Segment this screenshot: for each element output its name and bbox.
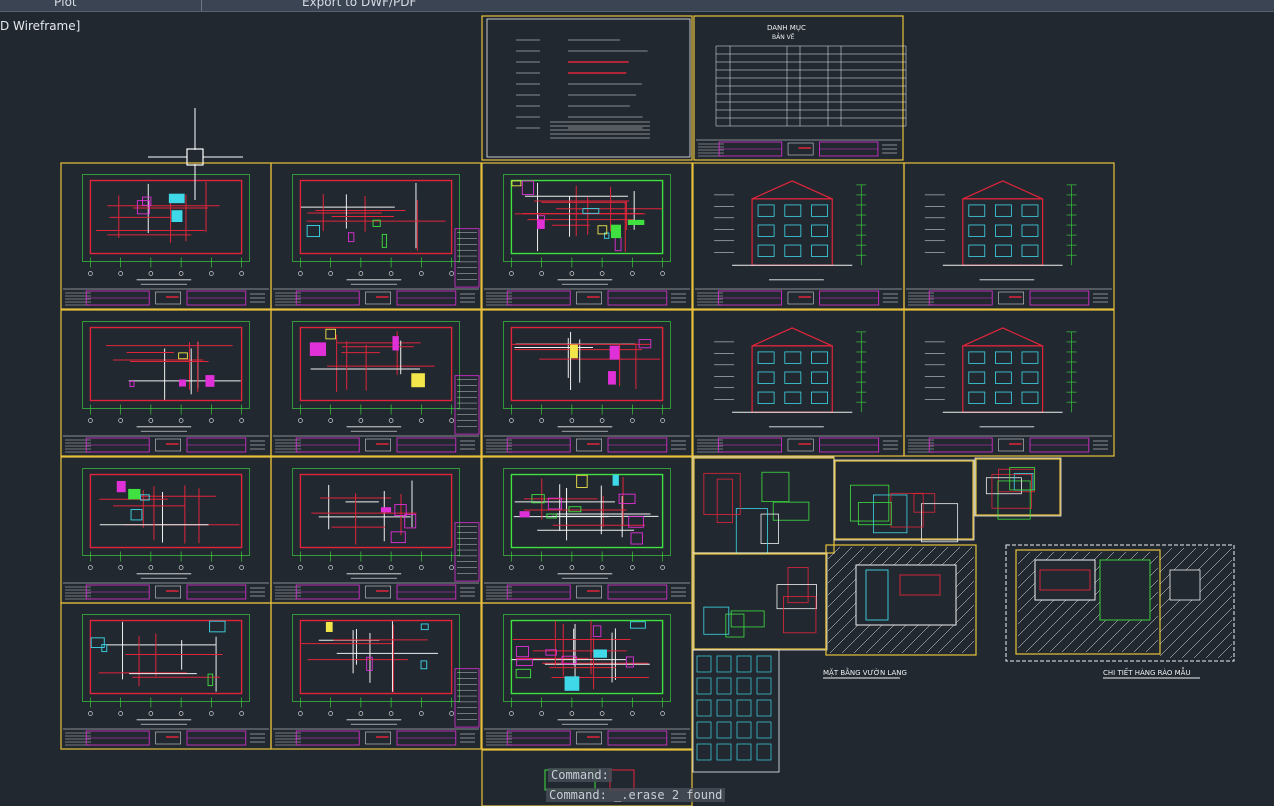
index-subtitle: BẢN VẼ xyxy=(772,33,795,41)
command-line-input[interactable]: Command: _.erase 2 found xyxy=(546,788,726,802)
index-title: DANH MỤC xyxy=(767,24,806,32)
fence-detail-label: CHI TIẾT HÀNG RÀO MẪU xyxy=(1103,667,1191,677)
crosshair-cursor xyxy=(148,108,243,200)
command-history: Command: xyxy=(548,768,612,782)
model-space-canvas[interactable]: MẶT BẰNG VƯỜN LANG CHI TIẾT HÀNG RÀO MẪU… xyxy=(0,0,1274,806)
drawing-sheets xyxy=(60,15,1235,806)
garden-plan-label: MẶT BẰNG VƯỜN LANG xyxy=(823,667,907,677)
